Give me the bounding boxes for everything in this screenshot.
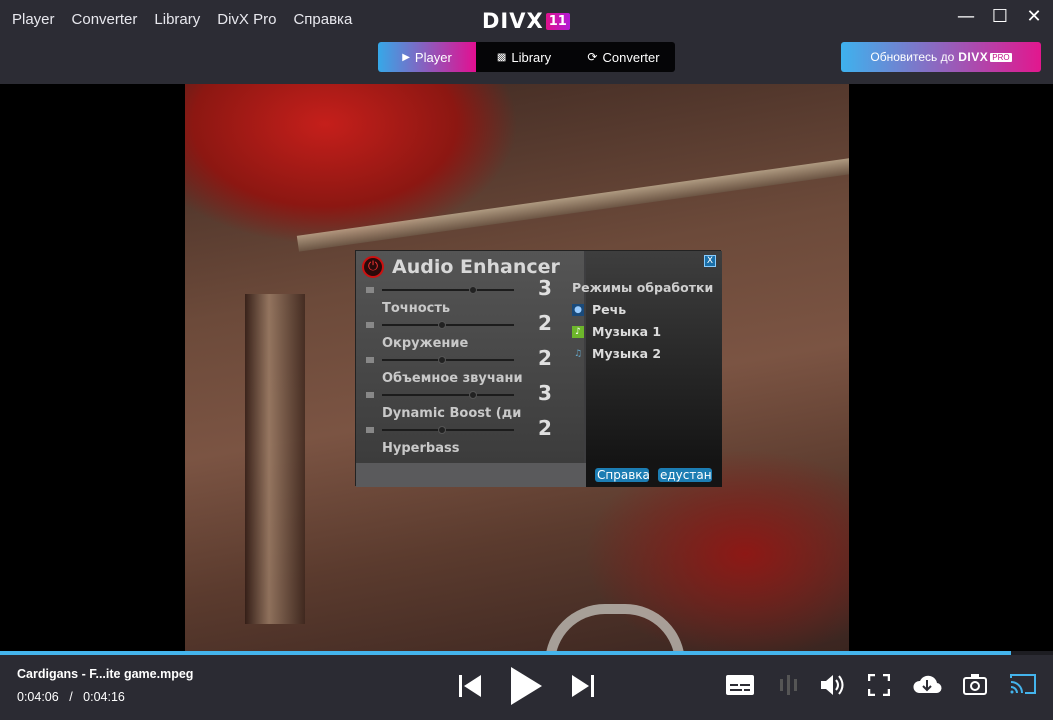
slider-row: 3 Точность xyxy=(356,276,584,316)
video-detail xyxy=(296,152,849,252)
video-detail xyxy=(245,294,305,624)
upgrade-label: Обновитесь до xyxy=(870,50,955,64)
slider-value: 3 xyxy=(538,276,552,300)
divx-player-window: Player Converter Library DivX Pro Справк… xyxy=(0,0,1053,720)
menu-divx-pro[interactable]: DivX Pro xyxy=(217,11,276,28)
speech-icon: ● xyxy=(572,303,584,316)
tab-library[interactable]: ▩ Library xyxy=(476,42,572,72)
slider-checkbox[interactable] xyxy=(366,287,374,293)
slider-track[interactable] xyxy=(382,394,514,396)
slider-track[interactable] xyxy=(382,429,514,431)
slider-label: Hyperbass xyxy=(382,441,460,456)
audio-enhancer-dialog: ⏻ Audio Enhancer X 3 Точность 2 Окружени… xyxy=(355,250,722,487)
menu-help[interactable]: Справка xyxy=(293,11,352,28)
slider-label: Dynamic Boost (дина xyxy=(382,406,522,421)
slider-knob[interactable] xyxy=(437,356,446,364)
menu-library[interactable]: Library xyxy=(154,11,200,28)
slider-checkbox[interactable] xyxy=(366,322,374,328)
slider-label: Окружение xyxy=(382,336,469,351)
volume-icon[interactable] xyxy=(820,673,846,697)
power-icon[interactable]: ⏻ xyxy=(362,256,384,278)
tab-converter[interactable]: ⟳ Converter xyxy=(572,42,675,72)
screenshot-icon[interactable] xyxy=(963,673,987,695)
menu-player[interactable]: Player xyxy=(12,11,55,28)
tab-converter-label: Converter xyxy=(602,49,660,65)
slider-value: 2 xyxy=(538,311,552,335)
slider-knob[interactable] xyxy=(468,286,477,294)
total-time: 0:04:16 xyxy=(83,690,125,704)
slider-knob[interactable] xyxy=(437,426,446,434)
maximize-icon[interactable]: ☐ xyxy=(991,6,1009,27)
previous-icon[interactable] xyxy=(457,673,483,699)
next-icon[interactable] xyxy=(570,673,596,699)
minimize-icon[interactable]: — xyxy=(957,6,975,27)
close-icon[interactable]: ✕ xyxy=(1025,6,1043,27)
mode-music-1[interactable]: ♪ Музыка 1 xyxy=(572,324,661,339)
mode-speech-label: Речь xyxy=(592,302,627,317)
title-bar: Player Converter Library DivX Pro Справк… xyxy=(0,0,1053,84)
mode-music-2[interactable]: ♫ Музыка 2 xyxy=(572,346,661,361)
fullscreen-icon[interactable] xyxy=(868,674,890,696)
divx-logo: DIVX 11 xyxy=(482,9,570,33)
music-notes-icon: ♫ xyxy=(573,348,583,359)
slider-label: Объемное звучание xyxy=(382,371,522,386)
enhancer-footer-left xyxy=(356,463,586,487)
time-display: 0:04:06 / 0:04:16 xyxy=(17,690,125,704)
mode-music-2-label: Музыка 2 xyxy=(592,346,662,361)
menu-bar: Player Converter Library DivX Pro Справк… xyxy=(12,11,369,28)
mode-music-1-label: Музыка 1 xyxy=(592,324,662,339)
slider-value: 3 xyxy=(538,381,552,405)
enhancer-default-button[interactable]: едустано xyxy=(658,468,712,482)
enhancer-title: Audio Enhancer xyxy=(392,256,560,278)
cast-icon[interactable] xyxy=(1010,673,1036,695)
control-bar: Cardigans - F...ite game.mpeg 0:04:06 / … xyxy=(0,655,1053,720)
tab-library-label: Library xyxy=(511,49,552,65)
mode-tabs: ▶ Player ▩ Library ⟳ Converter xyxy=(378,42,675,72)
upgrade-brand: DIVX xyxy=(958,50,989,64)
slider-track[interactable] xyxy=(382,359,514,361)
play-icon: ▶ xyxy=(402,51,410,63)
play-icon[interactable] xyxy=(509,666,543,706)
window-controls: — ☐ ✕ xyxy=(957,6,1043,27)
menu-converter[interactable]: Converter xyxy=(72,11,138,28)
convert-icon: ⟳ xyxy=(587,50,598,64)
time-separator: / xyxy=(69,690,73,704)
enhancer-close-button[interactable]: X xyxy=(704,255,716,267)
slider-knob[interactable] xyxy=(437,321,446,329)
download-icon[interactable] xyxy=(912,672,942,698)
file-name: Cardigans - F...ite game.mpeg xyxy=(17,667,194,681)
slider-row: 2 Окружение xyxy=(356,311,584,351)
slider-checkbox[interactable] xyxy=(366,427,374,433)
slider-checkbox[interactable] xyxy=(366,392,374,398)
video-detail xyxy=(545,604,685,651)
slider-value: 2 xyxy=(538,416,552,440)
tab-player-label: Player xyxy=(414,49,452,65)
slider-checkbox[interactable] xyxy=(366,357,374,363)
tab-player[interactable]: ▶ Player xyxy=(378,42,476,72)
slider-track[interactable] xyxy=(382,324,514,326)
modes-header: Режимы обработки xyxy=(572,280,714,295)
upgrade-pro-badge: PRO xyxy=(990,52,1012,62)
slider-value: 2 xyxy=(538,346,552,370)
library-icon: ▩ xyxy=(496,51,507,63)
slider-row: 2 Hyperbass xyxy=(356,416,584,456)
slider-row: 3 Dynamic Boost (дина xyxy=(356,381,584,421)
music-note-icon: ♪ xyxy=(572,325,584,338)
logo-text: DIVX xyxy=(482,9,544,33)
subtitles-icon[interactable] xyxy=(725,674,755,696)
current-time: 0:04:06 xyxy=(17,690,59,704)
slider-track[interactable] xyxy=(382,289,514,291)
slider-knob[interactable] xyxy=(468,391,477,399)
mode-speech[interactable]: ● Речь xyxy=(572,302,626,317)
logo-version-badge: 11 xyxy=(545,12,570,30)
upgrade-button[interactable]: Обновитесь до DIVX PRO xyxy=(841,42,1041,72)
audio-track-icon[interactable] xyxy=(778,673,800,697)
enhancer-help-button[interactable]: Справка xyxy=(595,468,649,482)
slider-label: Точность xyxy=(382,301,451,316)
slider-row: 2 Объемное звучание xyxy=(356,346,584,386)
